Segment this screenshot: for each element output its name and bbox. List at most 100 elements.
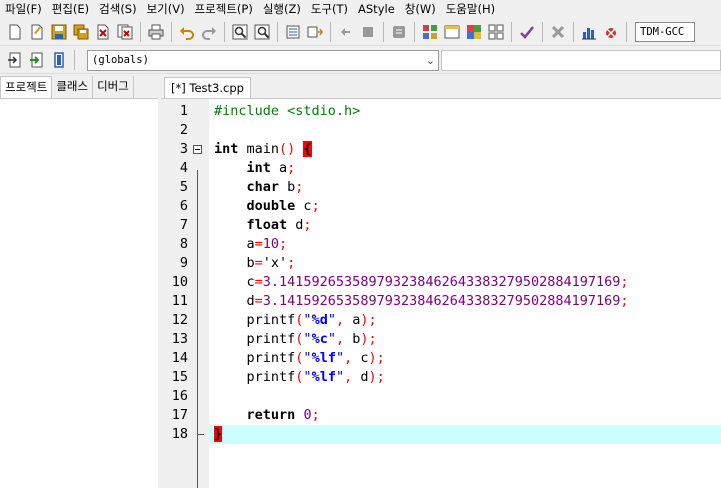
code-text: return 0; bbox=[214, 406, 320, 425]
code-line[interactable]: 13 printf("%c", b); bbox=[161, 330, 721, 349]
line-number-cell: 13 bbox=[161, 330, 209, 349]
menu-help[interactable]: 도움말(H) bbox=[441, 0, 500, 19]
menu-bar: 파일(F) 편집(E) 검색(S) 보기(V) 프로젝트(P) 실행(Z) 도구… bbox=[0, 0, 721, 19]
toolbar-separator bbox=[542, 22, 543, 42]
window-icon[interactable] bbox=[441, 21, 463, 43]
code-text: } bbox=[214, 425, 223, 444]
code-token: c bbox=[295, 198, 312, 214]
goto-definition-icon[interactable] bbox=[26, 49, 48, 71]
line-number: 15 bbox=[171, 369, 188, 385]
save-all-icon[interactable] bbox=[70, 21, 92, 43]
code-line[interactable]: 4 int a; bbox=[161, 159, 721, 178]
code-text: printf("%lf", d); bbox=[214, 368, 385, 387]
close-icon[interactable] bbox=[92, 21, 114, 43]
file-icon[interactable] bbox=[48, 49, 70, 71]
member-select[interactable] bbox=[441, 49, 721, 71]
main-toolbar: TDM-GCC bbox=[0, 19, 721, 46]
find-icon[interactable] bbox=[229, 21, 251, 43]
code-token: %d bbox=[311, 312, 328, 328]
toggle-comment-icon[interactable] bbox=[388, 21, 410, 43]
code-line[interactable]: 14 printf("%lf", c); bbox=[161, 349, 721, 368]
code-token: , bbox=[335, 331, 345, 347]
unindent-icon[interactable] bbox=[304, 21, 326, 43]
left-panel-tabs: 프로젝트 클래스 디버그 bbox=[0, 76, 158, 98]
code-line[interactable]: 7 float d; bbox=[161, 216, 721, 235]
globals-select[interactable]: (globals) ⌄ bbox=[87, 49, 439, 71]
menu-window[interactable]: 창(W) bbox=[400, 0, 441, 19]
bookmark-forward-icon[interactable] bbox=[357, 21, 379, 43]
code-token: a bbox=[214, 236, 255, 252]
code-text: c=3.141592653589793238462643383279502884… bbox=[214, 273, 629, 292]
fold-collapse-icon[interactable] bbox=[193, 145, 202, 154]
menu-astyle[interactable]: AStyle bbox=[353, 0, 400, 19]
menu-file[interactable]: 파일(F) bbox=[0, 0, 47, 19]
chart-icon[interactable] bbox=[578, 21, 600, 43]
code-line[interactable]: 16 bbox=[161, 387, 721, 406]
layout-grid-icon[interactable] bbox=[419, 21, 441, 43]
code-text: a=10; bbox=[214, 235, 288, 254]
color-grid-icon[interactable] bbox=[463, 21, 485, 43]
code-text: d=3.141592653589793238462643383279502884… bbox=[214, 292, 629, 311]
menu-view[interactable]: 보기(V) bbox=[142, 0, 190, 19]
open-file-icon[interactable] bbox=[26, 21, 48, 43]
tab-project[interactable]: 프로젝트 bbox=[0, 76, 53, 98]
code-line[interactable]: 17 return 0; bbox=[161, 406, 721, 425]
grid-icon[interactable] bbox=[485, 21, 507, 43]
line-number: 12 bbox=[171, 312, 188, 328]
check-icon[interactable] bbox=[516, 21, 538, 43]
code-line[interactable]: 8 a=10; bbox=[161, 235, 721, 254]
code-line[interactable]: 3 int main() { bbox=[161, 140, 721, 159]
code-token: ); bbox=[360, 312, 377, 328]
code-line[interactable]: 2 bbox=[161, 121, 721, 140]
goto-declaration-icon[interactable] bbox=[4, 49, 26, 71]
line-number-cell: 12 bbox=[161, 311, 209, 330]
line-number-cell: 2 bbox=[161, 121, 209, 140]
code-token: " bbox=[335, 350, 345, 366]
tab-test3-cpp[interactable]: [*] Test3.cpp bbox=[164, 77, 251, 98]
code-line[interactable]: 9 b='x'; bbox=[161, 254, 721, 273]
line-number: 7 bbox=[179, 217, 188, 233]
close-all-icon[interactable] bbox=[114, 21, 136, 43]
compiler-select[interactable]: TDM-GCC bbox=[635, 22, 695, 42]
undo-icon[interactable] bbox=[176, 21, 198, 43]
code-line[interactable]: 11 d=3.141592653589793238462643383279502… bbox=[161, 292, 721, 311]
save-icon[interactable] bbox=[48, 21, 70, 43]
code-line[interactable]: 6 double c; bbox=[161, 197, 721, 216]
menu-run[interactable]: 실행(Z) bbox=[258, 0, 306, 19]
code-token: 3.14159265358979323846264338327950288419… bbox=[262, 274, 613, 290]
code-token: double bbox=[246, 198, 296, 214]
code-token: = bbox=[254, 236, 263, 252]
tab-classes[interactable]: 클래스 bbox=[52, 76, 94, 98]
menu-search[interactable]: 검색(S) bbox=[94, 0, 141, 19]
menu-project[interactable]: 프로젝트(P) bbox=[190, 0, 258, 19]
code-token: } bbox=[214, 426, 223, 442]
code-token: printf bbox=[214, 350, 296, 366]
code-token: printf bbox=[214, 312, 296, 328]
code-line[interactable]: 5 char b; bbox=[161, 178, 721, 197]
line-number: 10 bbox=[171, 274, 188, 290]
code-token: = bbox=[254, 274, 263, 290]
new-file-icon[interactable] bbox=[4, 21, 26, 43]
stop-icon[interactable] bbox=[547, 21, 569, 43]
chevron-down-icon[interactable]: ⌄ bbox=[426, 51, 435, 70]
indent-icon[interactable] bbox=[282, 21, 304, 43]
replace-icon[interactable] bbox=[251, 21, 273, 43]
redo-icon[interactable] bbox=[198, 21, 220, 43]
code-line[interactable]: 1 #include <stdio.h> bbox=[161, 102, 721, 121]
bookmark-back-icon[interactable] bbox=[335, 21, 357, 43]
code-line[interactable]: 18} bbox=[161, 425, 721, 444]
tab-debug[interactable]: 디버그 bbox=[93, 76, 134, 98]
print-icon[interactable] bbox=[145, 21, 167, 43]
code-token: " bbox=[327, 312, 336, 328]
code-text: int main() { bbox=[214, 140, 312, 159]
line-number: 11 bbox=[171, 293, 188, 309]
code-line[interactable]: 10 c=3.141592653589793238462643383279502… bbox=[161, 273, 721, 292]
debug-icon[interactable] bbox=[600, 21, 622, 43]
project-tree-panel[interactable] bbox=[0, 98, 158, 488]
code-token: ; bbox=[311, 198, 320, 214]
code-line[interactable]: 12 printf("%d", a); bbox=[161, 311, 721, 330]
code-editor[interactable]: 1 #include <stdio.h> 2 3 int main() {4 int a… bbox=[161, 98, 721, 488]
menu-edit[interactable]: 편집(E) bbox=[47, 0, 94, 19]
code-line[interactable]: 15 printf("%lf", d); bbox=[161, 368, 721, 387]
menu-tools[interactable]: 도구(T) bbox=[306, 0, 353, 19]
